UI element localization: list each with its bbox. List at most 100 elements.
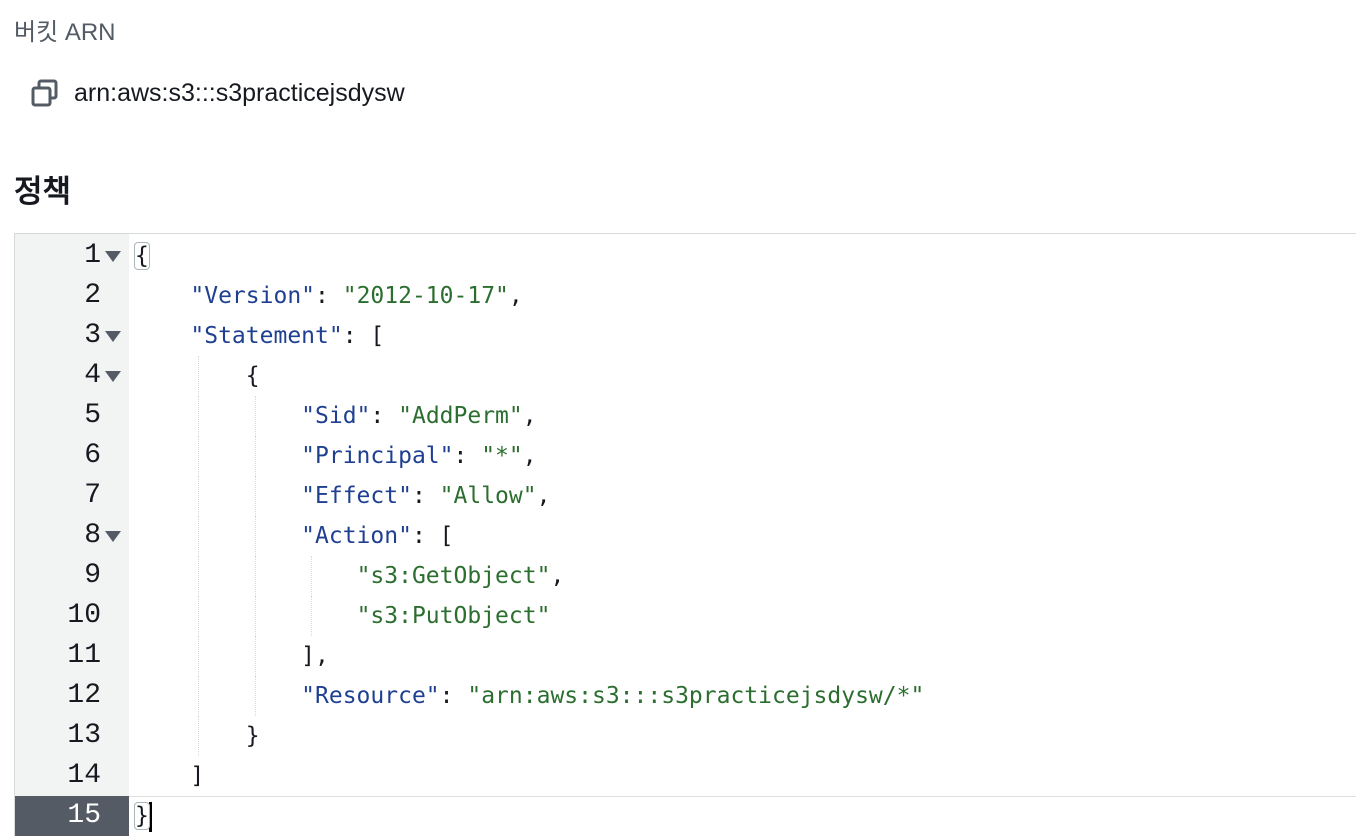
code-line[interactable]: 5 "Sid": "AddPerm", bbox=[15, 396, 1356, 436]
line-gutter: 6 bbox=[15, 436, 129, 476]
line-number: 13 bbox=[67, 720, 101, 751]
code-text: "Statement": [ bbox=[135, 316, 384, 356]
line-gutter: 2 bbox=[15, 276, 129, 316]
line-number: 10 bbox=[67, 600, 101, 631]
code-text: "Resource": "arn:aws:s3:::s3practicejsdy… bbox=[135, 676, 924, 716]
copy-icon[interactable] bbox=[30, 78, 60, 108]
active-line-highlight bbox=[129, 796, 1356, 836]
line-gutter: 4 bbox=[15, 356, 129, 396]
code-text: "Version": "2012-10-17", bbox=[135, 276, 523, 316]
line-gutter: 11 bbox=[15, 636, 129, 676]
line-gutter: 1 bbox=[15, 236, 129, 276]
policy-heading: 정책 bbox=[14, 174, 72, 209]
code-line[interactable]: 8 "Action": [ bbox=[15, 516, 1356, 556]
fold-toggle-icon[interactable] bbox=[105, 331, 121, 342]
json-punctuation: , bbox=[508, 283, 523, 309]
json-key: "Action" bbox=[301, 523, 412, 549]
json-key: "Statement" bbox=[190, 323, 343, 349]
json-string: "arn:aws:s3:::s3practicejsdysw/*" bbox=[467, 683, 925, 709]
code-line[interactable]: 2 "Version": "2012-10-17", bbox=[15, 276, 1356, 316]
json-punctuation: , bbox=[522, 403, 537, 429]
json-string: "2012-10-17" bbox=[342, 283, 509, 309]
line-number: 2 bbox=[84, 280, 101, 311]
code-text: } bbox=[134, 796, 152, 836]
json-punctuation: , bbox=[522, 443, 537, 469]
code-text: } bbox=[135, 716, 260, 756]
line-number: 5 bbox=[84, 400, 101, 431]
line-number: 15 bbox=[67, 800, 101, 831]
code-line[interactable]: 7 "Effect": "Allow", bbox=[15, 476, 1356, 516]
line-number: 14 bbox=[67, 760, 101, 791]
code-line[interactable]: 9 "s3:GetObject", bbox=[15, 556, 1356, 596]
line-gutter: 14 bbox=[15, 756, 129, 796]
json-punctuation: : [ bbox=[342, 323, 385, 349]
code-text: "Action": [ bbox=[135, 516, 454, 556]
fold-toggle-icon[interactable] bbox=[105, 251, 121, 262]
json-punctuation: : bbox=[315, 283, 343, 309]
json-punctuation: ] bbox=[190, 763, 205, 789]
code-text: "Principal": "*", bbox=[135, 436, 537, 476]
json-punctuation: : bbox=[439, 683, 468, 709]
code-line[interactable]: 13 } bbox=[15, 716, 1356, 756]
policy-code-editor[interactable]: 1{2 "Version": "2012-10-17", 3 "Statement… bbox=[14, 233, 1356, 836]
code-line[interactable]: 1{ bbox=[15, 236, 1356, 276]
json-string: "s3:PutObject" bbox=[356, 603, 551, 629]
code-text: { bbox=[134, 236, 150, 276]
json-punctuation: ], bbox=[301, 643, 329, 669]
json-string: "*" bbox=[481, 443, 523, 469]
line-gutter: 5 bbox=[15, 396, 129, 436]
bucket-arn-value: arn:aws:s3:::s3practicejsdysw bbox=[74, 79, 405, 107]
line-number: 9 bbox=[84, 560, 101, 591]
line-gutter: 10 bbox=[15, 596, 129, 636]
json-key: "Version" bbox=[190, 283, 316, 309]
line-gutter: 12 bbox=[15, 676, 129, 716]
line-number: 6 bbox=[84, 440, 101, 471]
json-punctuation: } bbox=[134, 802, 150, 830]
json-punctuation: : [ bbox=[411, 523, 454, 549]
editor-lines: 1{2 "Version": "2012-10-17", 3 "Statement… bbox=[15, 236, 1356, 836]
json-key: "Principal" bbox=[301, 443, 454, 469]
fold-toggle-icon[interactable] bbox=[105, 531, 121, 542]
code-line[interactable]: 11 ], bbox=[15, 636, 1356, 676]
json-string: "AddPerm" bbox=[398, 403, 523, 429]
code-text: { bbox=[135, 356, 260, 396]
code-line[interactable]: 6 "Principal": "*", bbox=[15, 436, 1356, 476]
line-number: 4 bbox=[84, 360, 101, 391]
code-text: ], bbox=[135, 636, 329, 676]
json-punctuation: , bbox=[536, 483, 551, 509]
line-number: 3 bbox=[84, 320, 101, 351]
json-punctuation: } bbox=[245, 723, 260, 749]
line-number: 11 bbox=[67, 640, 101, 671]
code-line[interactable]: 14 ] bbox=[15, 756, 1356, 796]
json-punctuation: : bbox=[453, 443, 482, 469]
json-punctuation: : bbox=[370, 403, 399, 429]
code-text: "s3:PutObject" bbox=[135, 596, 551, 636]
fold-toggle-icon[interactable] bbox=[105, 371, 121, 382]
json-string: "s3:GetObject" bbox=[356, 563, 551, 589]
line-gutter: 15 bbox=[15, 796, 129, 836]
code-line[interactable]: 12 "Resource": "arn:aws:s3:::s3practicej… bbox=[15, 676, 1356, 716]
line-number: 8 bbox=[84, 520, 101, 551]
line-number: 12 bbox=[67, 680, 101, 711]
bucket-arn-label: 버킷 ARN bbox=[14, 19, 116, 46]
json-punctuation: : bbox=[411, 483, 440, 509]
code-line[interactable]: 4 { bbox=[15, 356, 1356, 396]
bucket-arn-row: arn:aws:s3:::s3practicejsdysw bbox=[30, 76, 405, 110]
code-line[interactable]: 15} bbox=[15, 796, 1356, 836]
line-number: 7 bbox=[84, 480, 101, 511]
code-line[interactable]: 10 "s3:PutObject" bbox=[15, 596, 1356, 636]
line-gutter: 7 bbox=[15, 476, 129, 516]
line-gutter: 13 bbox=[15, 716, 129, 756]
json-key: "Sid" bbox=[301, 403, 371, 429]
code-text: ] bbox=[135, 756, 204, 796]
json-string: "Allow" bbox=[439, 483, 537, 509]
code-text: "s3:GetObject", bbox=[135, 556, 565, 596]
code-text: "Effect": "Allow", bbox=[135, 476, 550, 516]
code-text: "Sid": "AddPerm", bbox=[135, 396, 537, 436]
line-gutter: 8 bbox=[15, 516, 129, 556]
code-line[interactable]: 3 "Statement": [ bbox=[15, 316, 1356, 356]
json-key: "Effect" bbox=[301, 483, 412, 509]
line-gutter: 9 bbox=[15, 556, 129, 596]
json-key: "Resource" bbox=[301, 683, 440, 709]
json-punctuation: { bbox=[245, 363, 260, 389]
